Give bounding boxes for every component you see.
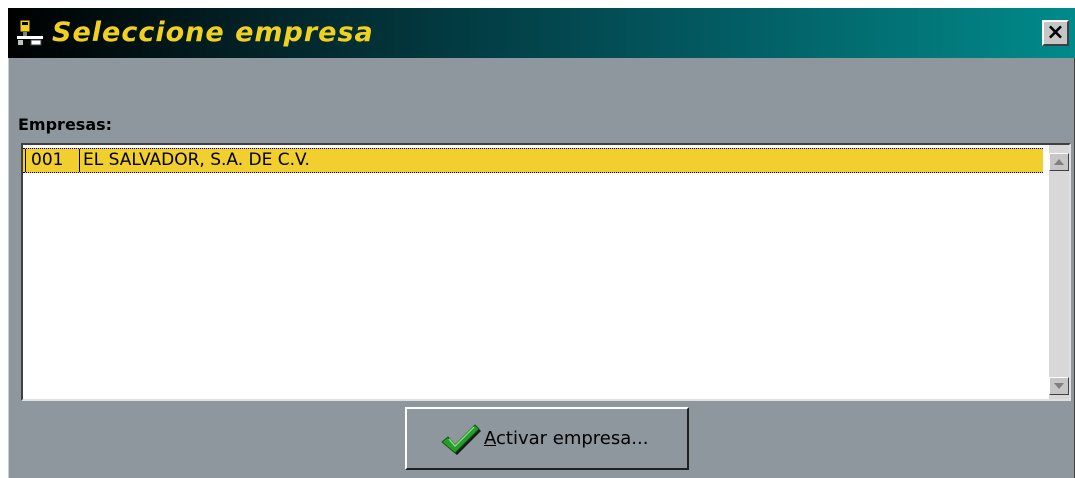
companies-label: Empresas: xyxy=(18,115,113,134)
companies-listbox[interactable]: 001 EL SALVADOR, S.A. DE C.V. xyxy=(21,143,1071,401)
scroll-up-button[interactable] xyxy=(1049,153,1069,171)
title-bar[interactable]: Seleccione empresa × xyxy=(8,8,1075,58)
vertical-scrollbar[interactable] xyxy=(1049,145,1069,399)
window-title: Seleccione empresa xyxy=(52,17,374,48)
select-company-dialog: Seleccione empresa × Empresas: 001 EL SA… xyxy=(8,8,1075,478)
list-item[interactable]: 001 EL SALVADOR, S.A. DE C.V. xyxy=(23,148,1043,173)
close-button[interactable]: × xyxy=(1042,20,1069,46)
activate-company-button[interactable]: Activar empresa... xyxy=(405,407,689,470)
scroll-down-button[interactable] xyxy=(1049,377,1069,395)
activate-label-rest: ctivar empresa... xyxy=(496,428,649,449)
arrow-down-icon xyxy=(1054,383,1064,389)
company-name: EL SALVADOR, S.A. DE C.V. xyxy=(83,150,310,170)
arrow-up-icon xyxy=(1054,159,1064,165)
activate-mnemonic: A xyxy=(484,428,496,449)
server-network-icon xyxy=(17,19,43,47)
checkmark-icon xyxy=(439,422,481,456)
activate-company-label: Activar empresa... xyxy=(484,428,648,449)
close-icon: × xyxy=(1046,20,1065,45)
company-code: 001 xyxy=(25,149,80,172)
